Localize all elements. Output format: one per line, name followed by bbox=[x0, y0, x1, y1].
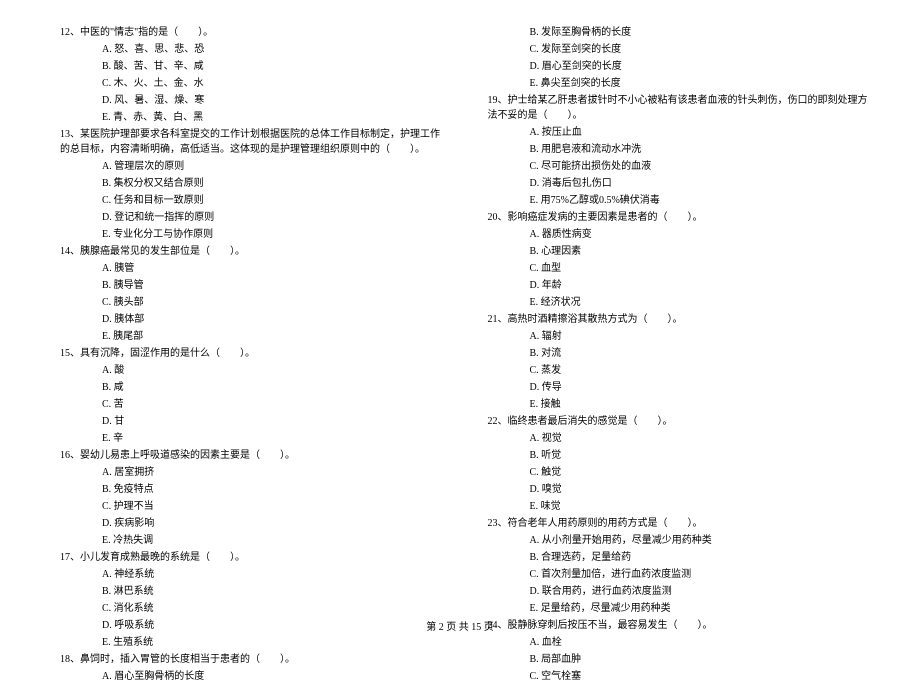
q14-text: 14、胰腺癌最常见的发生部位是（ ）。 bbox=[60, 244, 443, 259]
q13-text: 13、某医院护理部要求各科室提交的工作计划根据医院的总体工作目标制定，护理工作的… bbox=[60, 127, 443, 157]
q14-opt-d: D. 胰体部 bbox=[60, 312, 443, 327]
q24-opt-c: C. 空气栓塞 bbox=[488, 669, 871, 684]
q16-opt-d: D. 疾病影响 bbox=[60, 516, 443, 531]
q17-text: 17、小儿发育成熟最晚的系统是（ ）。 bbox=[60, 550, 443, 565]
q19-opt-d: D. 消毒后包扎伤口 bbox=[488, 176, 871, 191]
q13-opt-a: A. 管理层次的原则 bbox=[60, 159, 443, 174]
q12-text: 12、中医的"情志"指的是（ ）。 bbox=[60, 25, 443, 40]
q18-opt-b: B. 发际至胸骨柄的长度 bbox=[488, 25, 871, 40]
q15-text: 15、具有沉降，固涩作用的是什么（ ）。 bbox=[60, 346, 443, 361]
q16-opt-c: C. 护理不当 bbox=[60, 499, 443, 514]
q13-opt-b: B. 集权分权又结合原则 bbox=[60, 176, 443, 191]
q19-opt-b: B. 用肥皂液和流动水冲洗 bbox=[488, 142, 871, 157]
q13-opt-e: E. 专业化分工与协作原则 bbox=[60, 227, 443, 242]
page-footer: 第 2 页 共 15 页 bbox=[0, 620, 920, 635]
q13-opt-c: C. 任务和目标一致原则 bbox=[60, 193, 443, 208]
q21-opt-c: C. 蒸发 bbox=[488, 363, 871, 378]
q22-opt-b: B. 听觉 bbox=[488, 448, 871, 463]
q17-opt-a: A. 神经系统 bbox=[60, 567, 443, 582]
q24-opt-b: B. 局部血肿 bbox=[488, 652, 871, 667]
q15-opt-e: E. 辛 bbox=[60, 431, 443, 446]
q12-opt-e: E. 青、赤、黄、白、黑 bbox=[60, 110, 443, 125]
q24-opt-a: A. 血栓 bbox=[488, 635, 871, 650]
q17-opt-e: E. 生殖系统 bbox=[60, 635, 443, 650]
q17-opt-b: B. 淋巴系统 bbox=[60, 584, 443, 599]
q14-opt-c: C. 胰头部 bbox=[60, 295, 443, 310]
q20-text: 20、影响癌症发病的主要因素是患者的（ ）。 bbox=[488, 210, 871, 225]
q12-opt-b: B. 酸、苦、甘、辛、咸 bbox=[60, 59, 443, 74]
q16-opt-a: A. 居室拥挤 bbox=[60, 465, 443, 480]
q19-opt-e: E. 用75%乙醇或0.5%碘伏消毒 bbox=[488, 193, 871, 208]
q14-opt-e: E. 胰尾部 bbox=[60, 329, 443, 344]
q15-opt-b: B. 咸 bbox=[60, 380, 443, 395]
q16-text: 16、婴幼儿易患上呼吸道感染的因素主要是（ ）。 bbox=[60, 448, 443, 463]
q12-opt-c: C. 木、火、土、金、水 bbox=[60, 76, 443, 91]
right-column: B. 发际至胸骨柄的长度 C. 发际至剑突的长度 D. 眉心至剑突的长度 E. … bbox=[463, 25, 881, 686]
q21-opt-d: D. 传导 bbox=[488, 380, 871, 395]
q14-opt-b: B. 胰导管 bbox=[60, 278, 443, 293]
q23-opt-a: A. 从小剂量开始用药，尽量减少用药种类 bbox=[488, 533, 871, 548]
left-column: 12、中医的"情志"指的是（ ）。 A. 怒、喜、思、悲、恐 B. 酸、苦、甘、… bbox=[60, 25, 463, 686]
q18-text: 18、鼻饲时，插入胃管的长度相当于患者的（ ）。 bbox=[60, 652, 443, 667]
q15-opt-a: A. 酸 bbox=[60, 363, 443, 378]
q23-text: 23、符合老年人用药原则的用药方式是（ ）。 bbox=[488, 516, 871, 531]
q23-opt-e: E. 足量给药，尽量减少用药种类 bbox=[488, 601, 871, 616]
q23-opt-b: B. 合理选药，足量给药 bbox=[488, 550, 871, 565]
q17-opt-c: C. 消化系统 bbox=[60, 601, 443, 616]
q18-opt-e: E. 鼻尖至剑突的长度 bbox=[488, 76, 871, 91]
q15-opt-c: C. 苦 bbox=[60, 397, 443, 412]
q22-opt-d: D. 嗅觉 bbox=[488, 482, 871, 497]
q13-opt-d: D. 登记和统一指挥的原则 bbox=[60, 210, 443, 225]
q19-text: 19、护士给某乙肝患者拔针时不小心被粘有该患者血液的针头刺伤，伤口的即刻处理方法… bbox=[488, 93, 871, 123]
q21-opt-b: B. 对流 bbox=[488, 346, 871, 361]
q18-opt-c: C. 发际至剑突的长度 bbox=[488, 42, 871, 57]
q12-opt-d: D. 风、暑、湿、燥、寒 bbox=[60, 93, 443, 108]
q16-opt-e: E. 冷热失调 bbox=[60, 533, 443, 548]
q20-opt-e: E. 经济状况 bbox=[488, 295, 871, 310]
q19-opt-c: C. 尽可能挤出损伤处的血液 bbox=[488, 159, 871, 174]
q22-text: 22、临终患者最后消失的感觉是（ ）。 bbox=[488, 414, 871, 429]
q21-opt-a: A. 辐射 bbox=[488, 329, 871, 344]
q21-text: 21、高热时酒精擦浴其散热方式为（ ）。 bbox=[488, 312, 871, 327]
q22-opt-a: A. 视觉 bbox=[488, 431, 871, 446]
q18-opt-a: A. 眉心至胸骨柄的长度 bbox=[60, 669, 443, 684]
q14-opt-a: A. 胰管 bbox=[60, 261, 443, 276]
q20-opt-d: D. 年龄 bbox=[488, 278, 871, 293]
q16-opt-b: B. 免疫特点 bbox=[60, 482, 443, 497]
q23-opt-c: C. 首次剂量加倍，进行血药浓度监测 bbox=[488, 567, 871, 582]
q18-opt-d: D. 眉心至剑突的长度 bbox=[488, 59, 871, 74]
q12-opt-a: A. 怒、喜、思、悲、恐 bbox=[60, 42, 443, 57]
page-container: 12、中医的"情志"指的是（ ）。 A. 怒、喜、思、悲、恐 B. 酸、苦、甘、… bbox=[0, 0, 920, 686]
q19-opt-a: A. 按压止血 bbox=[488, 125, 871, 140]
q20-opt-b: B. 心理因素 bbox=[488, 244, 871, 259]
q15-opt-d: D. 甘 bbox=[60, 414, 443, 429]
q21-opt-e: E. 接触 bbox=[488, 397, 871, 412]
q20-opt-a: A. 器质性病变 bbox=[488, 227, 871, 242]
q22-opt-e: E. 味觉 bbox=[488, 499, 871, 514]
q23-opt-d: D. 联合用药，进行血药浓度监测 bbox=[488, 584, 871, 599]
q22-opt-c: C. 触觉 bbox=[488, 465, 871, 480]
q20-opt-c: C. 血型 bbox=[488, 261, 871, 276]
